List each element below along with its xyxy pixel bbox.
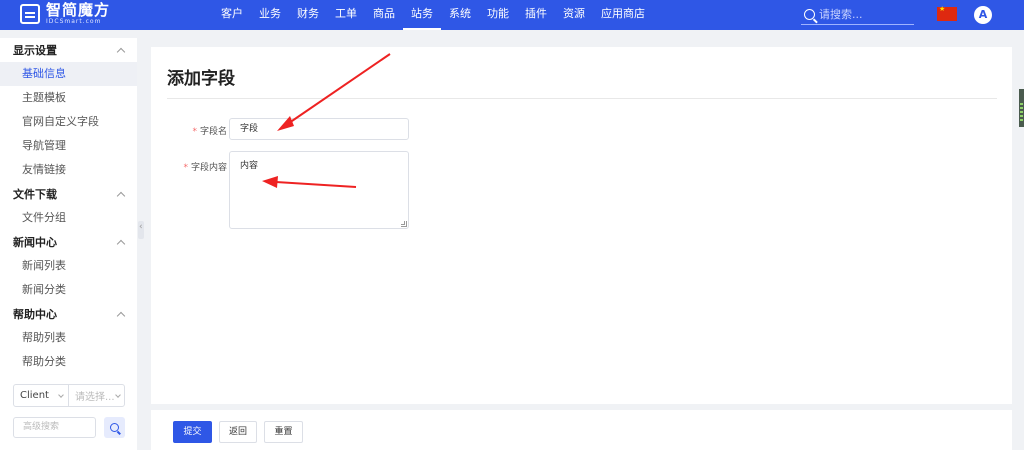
page-title: 添加字段 [167, 69, 235, 89]
required-mark: * [183, 163, 188, 173]
nav-item-app-store[interactable]: 应用商店 [593, 0, 653, 30]
edge-widget [1019, 89, 1024, 127]
avatar[interactable]: A [974, 6, 992, 24]
logo-icon [20, 4, 40, 24]
chevron-down-icon [58, 391, 64, 398]
nav-item-plugins[interactable]: 插件 [517, 0, 555, 30]
main-panel: 添加字段 * 字段名 字段 * 字段内容 内容 [151, 47, 1012, 404]
client-field-placeholder: 请选择... [75, 392, 115, 403]
field-name-input[interactable]: 字段 [229, 118, 409, 140]
sidebar-item-news-list[interactable]: 新闻列表 [0, 254, 137, 278]
nav-item-customers[interactable]: 客户 [213, 0, 251, 30]
field-content-value: 内容 [240, 161, 259, 171]
sidebar-group-help-center[interactable]: 帮助中心 [0, 302, 137, 326]
sidebar-item-theme-template[interactable]: 主题模板 [0, 86, 137, 110]
sidebar-item-help-categories[interactable]: 帮助分类 [0, 350, 137, 374]
client-field-select[interactable]: 请选择... [69, 385, 124, 406]
sidebar: 显示设置 基础信息 主题模板 官网自定义字段 导航管理 友情链接 文件下载 文件… [0, 38, 137, 450]
sidebar-item-help-list[interactable]: 帮助列表 [0, 326, 137, 350]
logo-name: 智简魔方 [46, 1, 111, 19]
advanced-search-button[interactable] [104, 417, 125, 438]
global-search [801, 5, 914, 25]
required-mark: * [192, 127, 197, 137]
sidebar-group-news-center[interactable]: 新闻中心 [0, 230, 137, 254]
sidebar-group-label: 新闻中心 [13, 236, 57, 249]
reset-button[interactable]: 重置 [264, 421, 303, 443]
field-content-label: * 字段内容 [183, 163, 227, 173]
sidebar-item-custom-fields[interactable]: 官网自定义字段 [0, 110, 137, 134]
sidebar-item-friend-links[interactable]: 友情链接 [0, 158, 137, 182]
field-name-label: * 字段名 [192, 127, 227, 137]
advanced-search-input[interactable]: 高级搜索 [13, 417, 96, 438]
logo[interactable]: 智简魔方 IDCSmart.com [20, 3, 110, 25]
main-nav: 客户 业务 财务 工单 商品 站务 系统 功能 插件 资源 应用商店 [213, 0, 653, 30]
nav-item-features[interactable]: 功能 [479, 0, 517, 30]
nav-item-business[interactable]: 业务 [251, 0, 289, 30]
nav-item-resources[interactable]: 资源 [555, 0, 593, 30]
resize-handle-icon[interactable] [401, 221, 407, 227]
sidebar-item-news-categories[interactable]: 新闻分类 [0, 278, 137, 302]
chevron-up-icon [116, 191, 126, 200]
sidebar-item-file-groups[interactable]: 文件分组 [0, 206, 137, 230]
sidebar-collapse-handle[interactable] [138, 221, 144, 239]
logo-subtitle: IDCSmart.com [46, 18, 102, 25]
sidebar-group-label: 文件下载 [13, 188, 57, 201]
top-bar: 智简魔方 IDCSmart.com 客户 业务 财务 工单 商品 站务 系统 功… [0, 0, 1024, 30]
chevron-down-icon [115, 391, 121, 398]
client-filter: Client 请选择... [13, 384, 125, 407]
sidebar-item-nav-management[interactable]: 导航管理 [0, 134, 137, 158]
nav-item-products[interactable]: 商品 [365, 0, 403, 30]
nav-item-finance[interactable]: 财务 [289, 0, 327, 30]
form-footer: 提交 返回 重置 [151, 410, 1012, 450]
title-divider [167, 98, 997, 99]
client-type-select[interactable]: Client [14, 385, 69, 406]
chevron-up-icon [116, 239, 126, 248]
nav-item-system[interactable]: 系统 [441, 0, 479, 30]
sidebar-group-label: 帮助中心 [13, 308, 57, 321]
sidebar-item-basic-info[interactable]: 基础信息 [0, 62, 137, 86]
sidebar-group-file-download[interactable]: 文件下载 [0, 182, 137, 206]
chevron-up-icon [116, 47, 126, 56]
china-flag-icon[interactable] [937, 5, 957, 21]
submit-button[interactable]: 提交 [173, 421, 212, 443]
client-type-value: Client [20, 390, 49, 401]
sidebar-group-display-settings[interactable]: 显示设置 [0, 38, 137, 62]
chevron-up-icon [116, 311, 126, 320]
nav-item-site[interactable]: 站务 [403, 0, 441, 30]
search-icon[interactable] [804, 9, 815, 20]
search-icon [110, 423, 119, 432]
sidebar-group-label: 显示设置 [13, 44, 57, 57]
nav-item-tickets[interactable]: 工单 [327, 0, 365, 30]
back-button[interactable]: 返回 [219, 421, 257, 443]
advanced-search-row: 高级搜索 [13, 417, 125, 438]
search-input[interactable] [819, 8, 909, 21]
field-content-textarea[interactable]: 内容 [229, 151, 409, 229]
sidebar-search-area: Client 请选择... 高级搜索 [13, 384, 125, 438]
